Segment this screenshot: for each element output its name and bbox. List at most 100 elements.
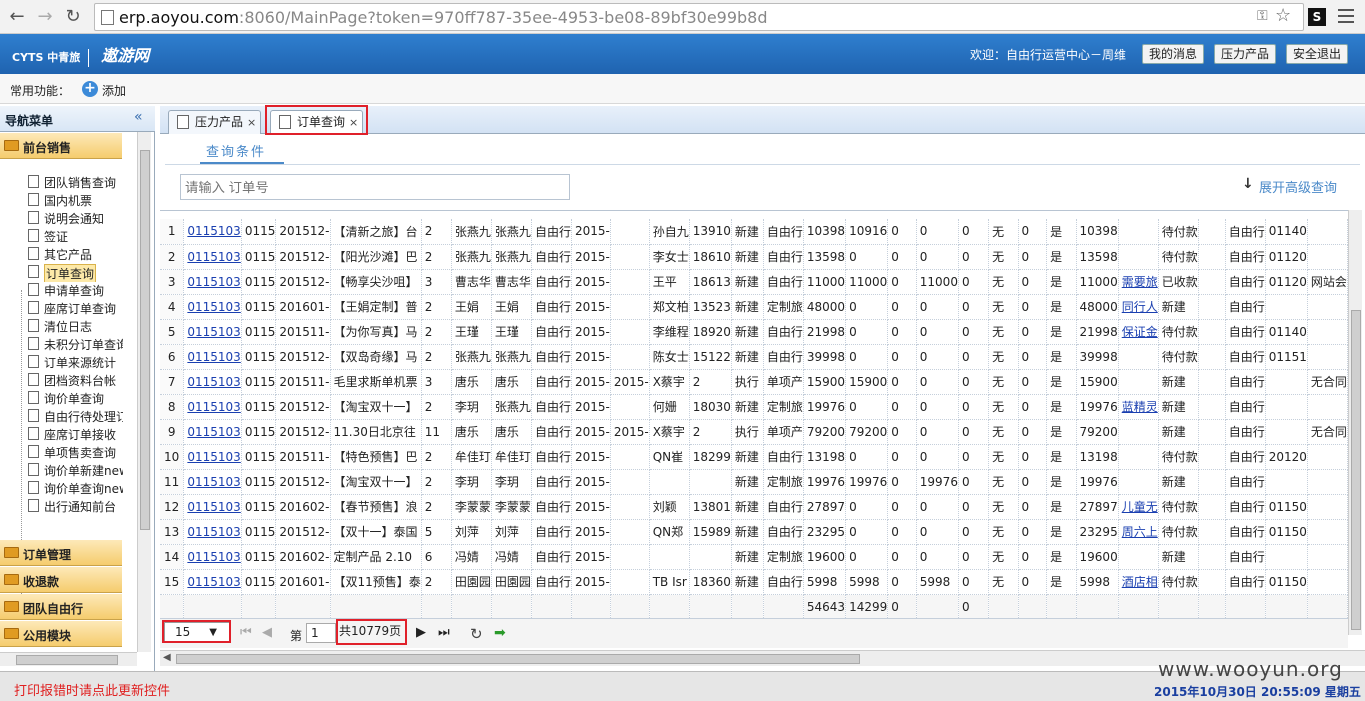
table-cell[interactable]: 0115103 xyxy=(183,444,242,470)
cell-link[interactable]: 保证金 xyxy=(1122,325,1158,339)
section-front-sales[interactable]: 前台销售 xyxy=(0,133,122,159)
table-row[interactable]: 9 0115103 0115 201512- 11.30日北京往 11 唐乐 唐乐 自由行 201… xyxy=(160,419,1348,445)
sidebar-item[interactable]: 订单查询 xyxy=(28,264,123,282)
table-cell[interactable]: 0115103 xyxy=(183,369,242,395)
cell-link[interactable]: 0115103 xyxy=(187,300,240,314)
sidebar-item[interactable]: 订单来源统计 xyxy=(28,354,123,372)
table-cell[interactable]: 0115103 xyxy=(183,219,242,245)
page-number-input[interactable]: 1 xyxy=(306,623,336,643)
cell-link[interactable]: 酒店相 xyxy=(1122,575,1158,589)
table-cell[interactable]: 周六上 xyxy=(1118,519,1159,545)
scroll-thumb[interactable] xyxy=(16,655,118,665)
table-row[interactable]: 2 0115103 0115 201512- 【阳光沙滩】巴 2 张燕九 张燕九 自由行 2015… xyxy=(160,244,1348,270)
first-page-icon[interactable]: ⏮ xyxy=(240,625,252,640)
table-cell[interactable]: 0115103 xyxy=(183,319,242,345)
cell-link[interactable]: 周六上 xyxy=(1122,525,1158,539)
table-row[interactable]: 6 0115103 0115 201512- 【双岛奇缘】马 2 张燕九 张燕九 自由行 2015… xyxy=(160,344,1348,370)
sidebar-item[interactable]: 团队销售查询 xyxy=(28,174,123,192)
sidebar-item[interactable]: 国内机票 xyxy=(28,192,123,210)
prev-page-icon[interactable]: ◀ xyxy=(262,625,272,640)
my-messages-button[interactable]: 我的消息 xyxy=(1142,44,1205,64)
scroll-left-icon[interactable]: ◀ xyxy=(163,652,171,663)
sidebar-item[interactable]: 清位日志 xyxy=(28,318,123,336)
close-icon[interactable]: × xyxy=(247,116,256,129)
cell-link[interactable]: 0115103 xyxy=(187,224,240,238)
cell-link[interactable]: 0115103 xyxy=(187,350,240,364)
sidebar-item[interactable]: 单项售卖查询 xyxy=(28,444,123,462)
table-row[interactable]: 13 0115103 0115 201512- 【双十一】泰国 5 刘萍 刘萍 自由行 2015-… xyxy=(160,519,1348,545)
table-row[interactable]: 14 0115103 0115 201602- 定制产品 2.10 6 冯婧 冯婧 自由行 201… xyxy=(160,544,1348,570)
table-row[interactable]: 10 0115103 0115 201511- 【特色预售】巴 2 牟佳玎 牟佳玎 自由行 201… xyxy=(160,444,1348,470)
tab-pressure-products[interactable]: 压力产品 × xyxy=(168,110,262,134)
star-icon[interactable]: ☆ xyxy=(1275,5,1291,26)
table-cell[interactable]: 0115103 xyxy=(183,269,242,295)
order-number-input[interactable] xyxy=(180,174,570,200)
export-icon[interactable]: ➡ xyxy=(494,625,506,641)
section-team-free-travel[interactable]: 团队自由行 xyxy=(0,594,122,620)
cell-link[interactable]: 0115103 xyxy=(187,425,240,439)
cell-link[interactable]: 0115103 xyxy=(187,475,240,489)
sidebar-item[interactable]: 询价单查询 xyxy=(28,390,123,408)
sidebar-item[interactable]: 说明会通知 xyxy=(28,210,123,228)
sidebar-item[interactable]: 出行通知前台 xyxy=(28,498,123,516)
sidebar-item[interactable]: 座席订单查询 xyxy=(28,300,123,318)
last-page-icon[interactable]: ⏭ xyxy=(438,625,450,640)
refresh-icon[interactable]: ↻ xyxy=(470,625,483,643)
cell-link[interactable]: 0115103 xyxy=(187,250,240,264)
sidebar-item[interactable]: 签证 xyxy=(28,228,123,246)
sidebar-horizontal-scrollbar[interactable] xyxy=(0,652,137,666)
cell-link[interactable]: 0115103 xyxy=(187,450,240,464)
cell-link[interactable]: 0115103 xyxy=(187,325,240,339)
menu-icon[interactable] xyxy=(1338,9,1354,25)
sidebar-vertical-scrollbar[interactable] xyxy=(137,132,151,652)
table-cell[interactable]: 0115103 xyxy=(183,569,242,595)
table-cell[interactable]: 0115103 xyxy=(183,544,242,570)
cell-link[interactable]: 0115103 xyxy=(187,275,240,289)
cell-link[interactable]: 0115103 xyxy=(187,400,240,414)
cell-link[interactable]: 需要旅 xyxy=(1122,275,1158,289)
logout-button[interactable]: 安全退出 xyxy=(1286,44,1349,64)
back-icon[interactable]: ← xyxy=(6,6,28,28)
sidebar-item[interactable]: 申请单查询 xyxy=(28,282,123,300)
table-row[interactable]: 5 0115103 0115 201511- 【为你写真】马 2 王瑾 王瑾 自由行 2015- 李… xyxy=(160,319,1348,345)
table-cell[interactable]: 0115103 xyxy=(183,244,242,270)
arrow-down-icon[interactable]: ↓ xyxy=(1242,176,1254,192)
cell-link[interactable]: 0115103 xyxy=(187,575,240,589)
section-order-management[interactable]: 订单管理 xyxy=(0,540,122,566)
key-icon[interactable]: ⚿ xyxy=(1257,8,1268,24)
table-cell[interactable]: 蓝精灵 xyxy=(1118,394,1159,420)
table-cell[interactable]: 0115103 xyxy=(183,294,242,320)
table-cell[interactable]: 0115103 xyxy=(183,519,242,545)
table-cell[interactable]: 需要旅 xyxy=(1118,269,1159,295)
add-link[interactable]: 添加 xyxy=(102,82,126,99)
sidebar-item[interactable]: 座席订单接收 xyxy=(28,426,123,444)
table-cell[interactable]: 0115103 xyxy=(183,494,242,520)
table-row[interactable]: 7 0115103 0115 201511- 毛里求斯单机票 3 唐乐 唐乐 自由行 2015- 2… xyxy=(160,369,1348,395)
sidebar-item[interactable]: 未积分订单查询 xyxy=(28,336,123,354)
next-page-icon[interactable]: ▶ xyxy=(416,625,426,640)
sidebar-item[interactable]: 询价单新建new xyxy=(28,462,123,480)
table-cell[interactable]: 酒店相 xyxy=(1118,569,1159,595)
update-control-link[interactable]: 打印报错时请点此更新控件 xyxy=(14,680,170,699)
expand-advanced-query-link[interactable]: 展开高级查询 xyxy=(1259,177,1337,196)
cell-link[interactable]: 蓝精灵 xyxy=(1122,400,1158,414)
sidebar-item[interactable]: 询价单查询new xyxy=(28,480,123,498)
scroll-thumb[interactable] xyxy=(140,150,150,530)
pressure-products-button[interactable]: 压力产品 xyxy=(1214,44,1277,64)
table-cell[interactable]: 0115103 xyxy=(183,394,242,420)
table-cell[interactable]: 0115103 xyxy=(183,419,242,445)
scroll-thumb[interactable] xyxy=(1351,310,1361,630)
section-refunds[interactable]: 收退款 xyxy=(0,567,122,593)
cell-link[interactable]: 儿童无 xyxy=(1122,500,1158,514)
collapse-icon[interactable]: « xyxy=(134,109,143,125)
query-conditions-tab[interactable]: 查询条件 xyxy=(200,138,284,164)
grid-vertical-scrollbar[interactable] xyxy=(1348,210,1362,635)
address-bar[interactable]: erp.aoyou.com:8060/MainPage?token=970ff7… xyxy=(94,3,1304,31)
sidebar-item[interactable]: 自由行待处理订单 xyxy=(28,408,123,426)
section-common-modules[interactable]: 公用模块 xyxy=(0,621,122,647)
table-row[interactable]: 4 0115103 0115 201601- 【王娟定制】普 2 王娟 王娟 自由行 2015- 郑… xyxy=(160,294,1348,320)
cell-link[interactable]: 0115103 xyxy=(187,550,240,564)
sidebar-item[interactable]: 其它产品 xyxy=(28,246,123,264)
cell-link[interactable]: 0115103 xyxy=(187,500,240,514)
cell-link[interactable]: 0115103 xyxy=(187,525,240,539)
